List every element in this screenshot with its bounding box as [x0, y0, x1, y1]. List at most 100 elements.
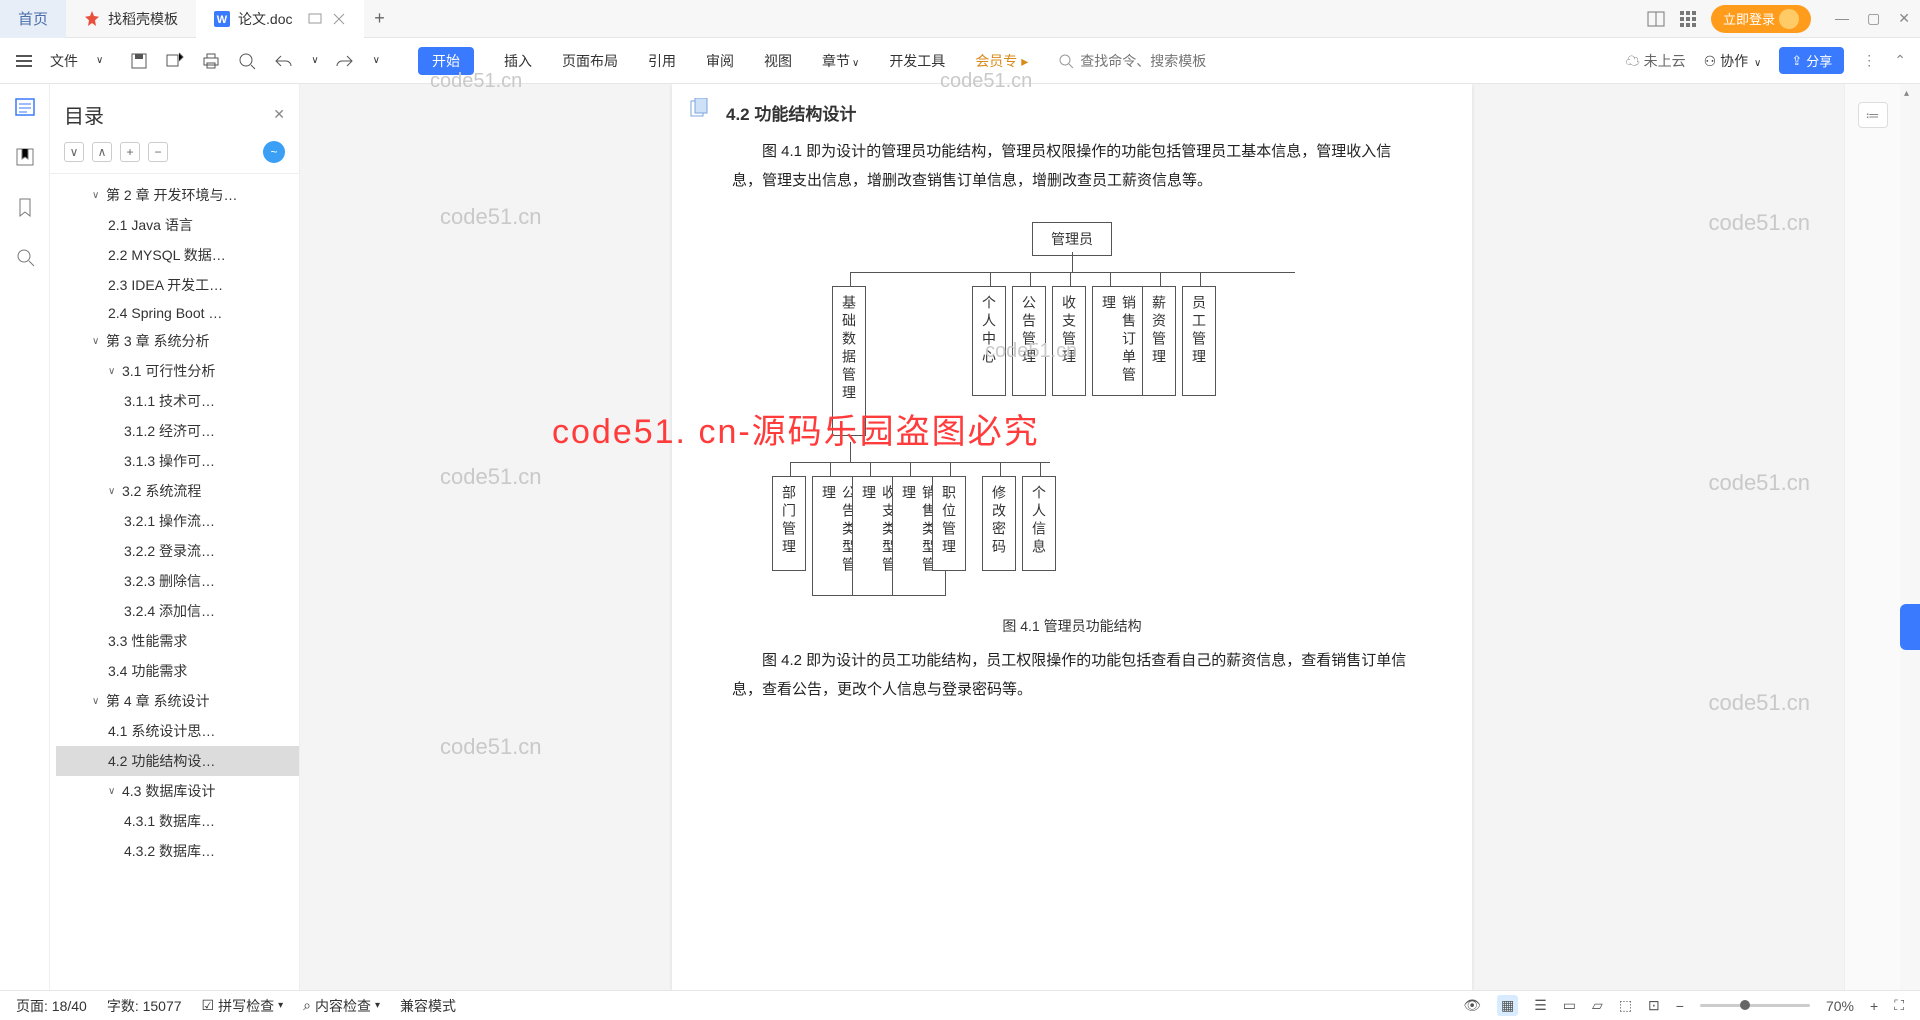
- chart-node: 基础数据管理: [832, 286, 866, 436]
- toc-item[interactable]: 3.2.2 登录流…: [56, 536, 299, 566]
- share-button[interactable]: ⇪ 分享: [1779, 47, 1844, 74]
- menu-hamburger-icon[interactable]: [14, 51, 34, 71]
- scrollbar[interactable]: ▴: [1900, 84, 1920, 990]
- login-button[interactable]: 立即登录: [1711, 5, 1811, 33]
- paragraph: 图 4.2 即为设计的员工功能结构，员工权限操作的功能包括查看自己的薪资信息，查…: [732, 646, 1412, 705]
- scroll-up-icon[interactable]: ▴: [1904, 88, 1909, 99]
- toc-item[interactable]: 2.4 Spring Boot …: [56, 300, 299, 326]
- remove-node-icon[interactable]: −: [148, 142, 168, 162]
- outline-panel-icon[interactable]: [14, 96, 36, 118]
- toc-item[interactable]: ∨第 2 章 开发环境与…: [56, 180, 299, 210]
- toc-item[interactable]: 4.3.1 数据库…: [56, 806, 299, 836]
- menu-start[interactable]: 开始: [418, 47, 474, 75]
- compat-mode[interactable]: 兼容模式: [400, 996, 456, 1016]
- window-close-icon[interactable]: ✕: [1898, 10, 1910, 27]
- menu-vip[interactable]: 会员专 ▸: [975, 51, 1028, 71]
- more-menu-icon[interactable]: ⋮: [1862, 52, 1876, 69]
- collab-button[interactable]: ⚇ 协作 ∨: [1704, 51, 1762, 71]
- tab-close-icon[interactable]: [332, 12, 346, 26]
- toc-item[interactable]: 3.1.1 技术可…: [56, 386, 299, 416]
- menu-review[interactable]: 审阅: [706, 51, 734, 71]
- content-check-button[interactable]: ⌕ 内容检查 ▾: [303, 996, 380, 1016]
- menu-view[interactable]: 视图: [764, 51, 792, 71]
- zoom-slider[interactable]: [1700, 1004, 1810, 1007]
- search-panel-icon[interactable]: [14, 246, 36, 268]
- page-indicator[interactable]: 页面: 18/40: [16, 996, 87, 1016]
- tab-templates[interactable]: 找稻壳模板: [66, 0, 196, 38]
- tab-document[interactable]: W 论文.doc: [196, 0, 364, 38]
- toc-item[interactable]: 2.2 MYSQL 数据…: [56, 240, 299, 270]
- toc-item[interactable]: 3.1.2 经济可…: [56, 416, 299, 446]
- menu-reference[interactable]: 引用: [648, 51, 676, 71]
- zoom-fit-icon[interactable]: ⊡: [1648, 997, 1660, 1014]
- toc-item[interactable]: 3.2.1 操作流…: [56, 506, 299, 536]
- zoom-value[interactable]: 70%: [1826, 998, 1854, 1014]
- panel-layout-icon[interactable]: [1647, 10, 1665, 28]
- word-count[interactable]: 字数: 15077: [107, 996, 182, 1016]
- save-as-icon[interactable]: [165, 51, 185, 71]
- web-view-icon[interactable]: ▭: [1563, 997, 1576, 1014]
- spell-check-button[interactable]: ☑ 拼写检查 ▾: [202, 996, 284, 1016]
- zoom-in-button[interactable]: +: [1870, 998, 1878, 1014]
- redo-icon[interactable]: [335, 51, 355, 71]
- word-doc-icon: W: [214, 11, 230, 27]
- toc-item[interactable]: 4.3.2 数据库…: [56, 836, 299, 866]
- outline-tree[interactable]: ∨第 2 章 开发环境与…2.1 Java 语言2.2 MYSQL 数据…2.3…: [50, 174, 299, 970]
- file-menu[interactable]: 文件: [50, 51, 78, 71]
- toc-item[interactable]: 4.2 功能结构设…: [56, 746, 299, 776]
- drawing-view-icon[interactable]: ▱: [1592, 997, 1603, 1014]
- read-view-icon[interactable]: ⬚: [1619, 997, 1632, 1014]
- save-icon[interactable]: [129, 51, 149, 71]
- preview-icon[interactable]: [237, 51, 257, 71]
- toc-item[interactable]: ∨第 4 章 系统设计: [56, 686, 299, 716]
- window-minimize-icon[interactable]: —: [1835, 10, 1849, 27]
- toc-item[interactable]: 3.2.4 添加信…: [56, 596, 299, 626]
- toc-item[interactable]: 2.3 IDEA 开发工…: [56, 270, 299, 300]
- menu-page-layout[interactable]: 页面布局: [562, 51, 618, 71]
- reading-mode-icon[interactable]: 👁: [1463, 997, 1481, 1014]
- toc-item[interactable]: ∨3.1 可行性分析: [56, 356, 299, 386]
- apps-grid-icon[interactable]: [1679, 10, 1697, 28]
- toc-item[interactable]: 4.1 系统设计思…: [56, 716, 299, 746]
- scroll-marker[interactable]: [1900, 604, 1920, 650]
- toc-item[interactable]: 3.2.3 删除信…: [56, 566, 299, 596]
- sync-badge-icon[interactable]: ~: [263, 141, 285, 163]
- chart-node: 薪资管理: [1142, 286, 1176, 396]
- cloud-status[interactable]: ☁ 未上云: [1626, 51, 1686, 71]
- undo-icon[interactable]: [273, 51, 293, 71]
- toc-item[interactable]: ∨4.3 数据库设计: [56, 776, 299, 806]
- toc-item[interactable]: 3.3 性能需求: [56, 626, 299, 656]
- page-view-icon[interactable]: ▦: [1497, 995, 1518, 1016]
- menu-devtools[interactable]: 开发工具: [889, 51, 945, 71]
- add-node-icon[interactable]: +: [120, 142, 140, 162]
- paragraph: 图 4.1 即为设计的管理员功能结构，管理员权限操作的功能包括管理员工基本信息，…: [732, 137, 1412, 196]
- command-search[interactable]: [1058, 53, 1261, 69]
- toc-item[interactable]: 2.1 Java 语言: [56, 210, 299, 240]
- outline-sidebar: 目录 ✕ ∨ ∧ + − ~ ∨第 2 章 开发环境与…2.1 Java 语言2…: [50, 84, 300, 990]
- panel-toggle-icon[interactable]: ≔: [1858, 102, 1888, 128]
- zoom-out-button[interactable]: −: [1676, 998, 1684, 1014]
- outline-view-icon[interactable]: ☰: [1534, 997, 1547, 1014]
- org-chart: 管理员 基础数据管理个人中心公告管理收支管理销售订单管理薪资管理员工管理 部门管…: [732, 222, 1412, 602]
- bookmarks-icon[interactable]: [14, 196, 36, 218]
- toc-item[interactable]: ∨第 3 章 系统分析: [56, 326, 299, 356]
- window-maximize-icon[interactable]: ▢: [1867, 10, 1880, 27]
- fullscreen-icon[interactable]: ⛶: [1894, 997, 1904, 1014]
- new-tab-button[interactable]: +: [364, 8, 394, 29]
- toc-item[interactable]: 3.1.3 操作可…: [56, 446, 299, 476]
- tab-home[interactable]: 首页: [0, 0, 66, 38]
- document-canvas[interactable]: code51.cn code51.cn code51.cn code51.cn …: [300, 84, 1844, 990]
- sidebar-close-icon[interactable]: ✕: [273, 106, 285, 123]
- print-icon[interactable]: [201, 51, 221, 71]
- collapse-ribbon-icon[interactable]: ⌃: [1894, 52, 1906, 69]
- menu-section[interactable]: 章节∨: [822, 51, 859, 71]
- tab-window-icon[interactable]: [308, 12, 322, 26]
- expand-all-icon[interactable]: ∨: [64, 142, 84, 162]
- search-input[interactable]: [1080, 53, 1261, 69]
- bookmark-panel-icon[interactable]: [14, 146, 36, 168]
- toc-item[interactable]: ∨3.2 系统流程: [56, 476, 299, 506]
- menu-insert[interactable]: 插入: [504, 51, 532, 71]
- collapse-all-icon[interactable]: ∧: [92, 142, 112, 162]
- toc-item[interactable]: 3.4 功能需求: [56, 656, 299, 686]
- copy-format-icon[interactable]: [690, 98, 708, 118]
